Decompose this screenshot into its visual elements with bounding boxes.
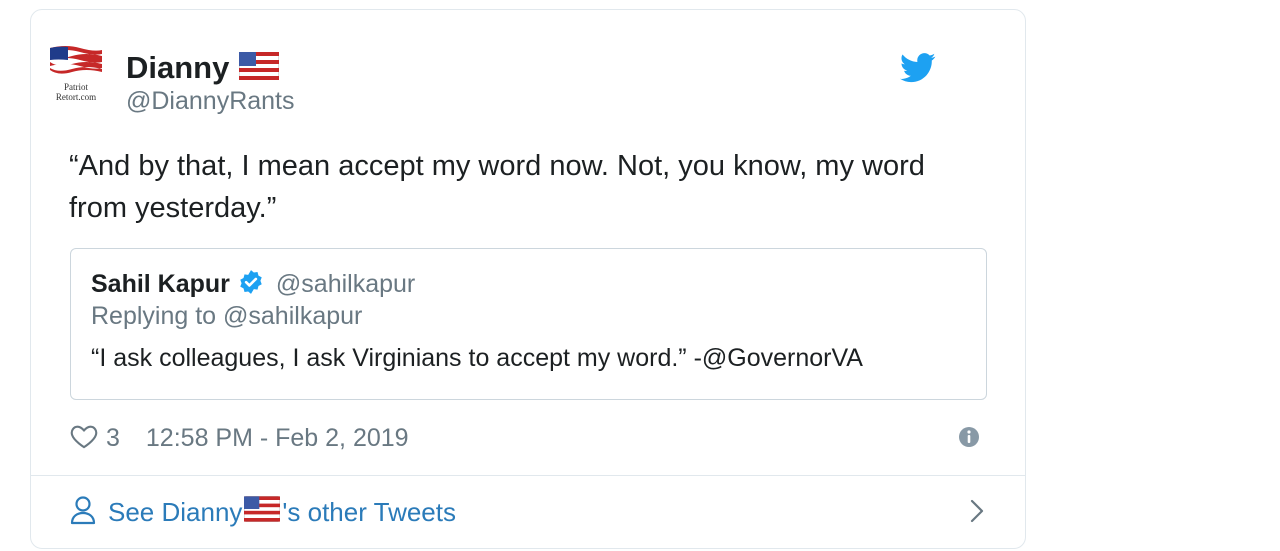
us-flag-icon — [238, 51, 280, 85]
author-handle[interactable]: @DiannyRants — [126, 87, 295, 116]
tweet-meta: 3 12:58 PM - Feb 2, 2019 — [70, 422, 409, 454]
heart-icon[interactable] — [70, 423, 98, 454]
see-other-tweets-text[interactable]: See Dianny 's other Tweets — [108, 495, 456, 529]
tweet-text: “And by that, I mean accept my word now.… — [69, 145, 999, 229]
avatar[interactable]: Patriot Retort.com — [46, 42, 106, 104]
twitter-bird-icon[interactable] — [900, 53, 936, 88]
author-name-row: Dianny — [126, 50, 280, 86]
quoted-author-handle: @sahilkapur — [275, 270, 416, 298]
avatar-logo-text: Patriot Retort.com — [46, 82, 106, 102]
see-other-tweets-link[interactable]: See Dianny 's other Tweets — [70, 494, 985, 530]
quoted-tweet-text: “I ask colleagues, I ask Virginians to a… — [91, 344, 863, 372]
like-count[interactable]: 3 — [106, 424, 120, 453]
quoted-tweet-header: Sahil Kapur @sahilkapur — [91, 269, 415, 300]
us-flag-icon — [243, 495, 281, 529]
person-icon — [70, 495, 96, 530]
verified-badge-icon — [238, 269, 264, 300]
tweet-header: Patriot Retort.com Dianny @DiannyRants — [46, 38, 976, 128]
footer-prefix: See Dianny — [108, 496, 243, 527]
quoted-author-name: Sahil Kapur — [91, 270, 230, 298]
quoted-replying-to: Replying to @sahilkapur — [91, 302, 363, 330]
chevron-right-icon[interactable] — [969, 498, 985, 529]
tweet-text-line-2: from yesterday.” — [69, 192, 277, 224]
quoted-tweet[interactable]: Sahil Kapur @sahilkapur Replying to @sah… — [70, 248, 987, 400]
avatar-text-2: Retort.com — [55, 92, 97, 102]
footer-divider — [30, 475, 1026, 476]
info-icon[interactable] — [958, 426, 980, 453]
avatar-text-1: Patriot — [64, 82, 88, 92]
flag-logo-icon — [50, 46, 102, 74]
author-name[interactable]: Dianny — [126, 50, 229, 86]
tweet-timestamp[interactable]: 12:58 PM - Feb 2, 2019 — [146, 424, 409, 453]
tweet-text-line-1: “And by that, I mean accept my word now.… — [69, 150, 925, 182]
footer-suffix: 's other Tweets — [282, 496, 456, 527]
